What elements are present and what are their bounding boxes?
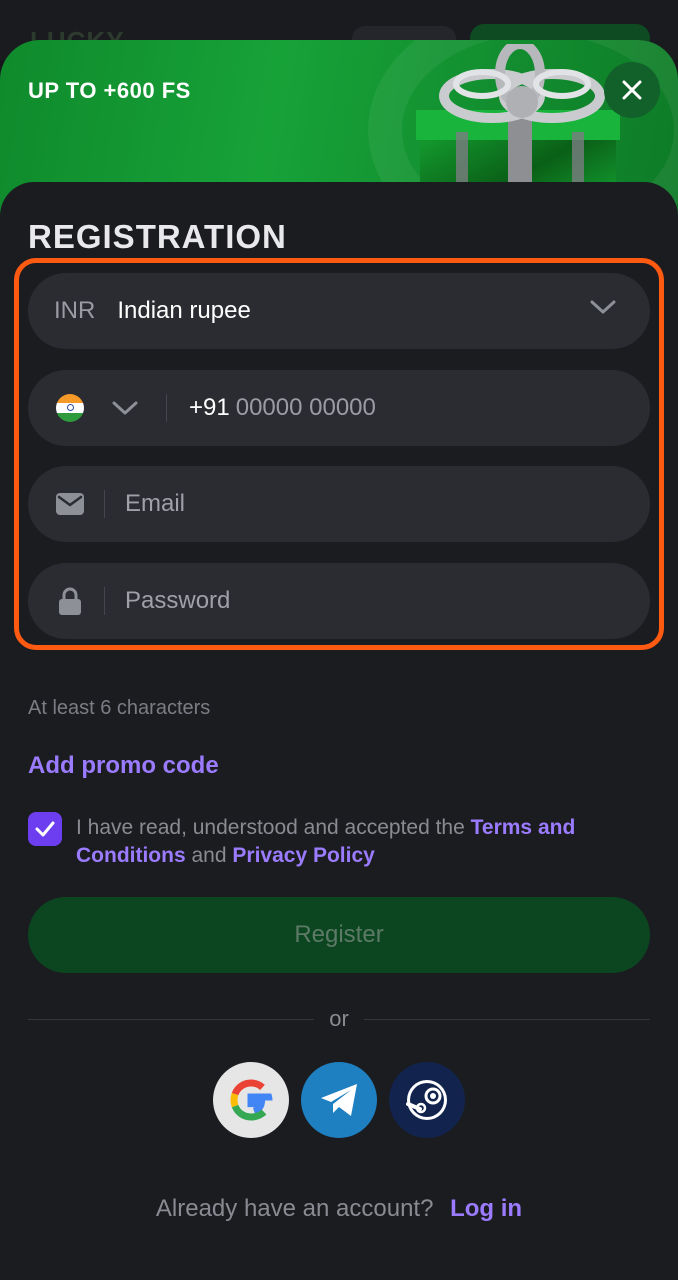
registration-form: REGISTRATION INR Indian rupee +91 00000 … — [0, 182, 678, 1280]
phone-field[interactable]: +91 00000 00000 — [28, 370, 650, 446]
email-field[interactable]: Email — [28, 466, 650, 542]
checkmark-icon — [35, 821, 55, 837]
password-input[interactable]: Password — [125, 587, 230, 615]
or-divider: or — [28, 1004, 650, 1034]
envelope-icon — [56, 493, 84, 515]
chevron-down-icon — [590, 300, 616, 314]
lock-icon — [59, 587, 81, 615]
currency-select[interactable]: INR Indian rupee — [28, 273, 650, 349]
steam-login-button[interactable] — [389, 1062, 465, 1138]
login-link[interactable]: Log in — [450, 1195, 522, 1222]
terms-text: I have read, understood and accepted the… — [76, 814, 636, 870]
terms-checkbox[interactable] — [28, 812, 62, 846]
password-field[interactable]: Password — [28, 563, 650, 639]
close-button[interactable] — [604, 62, 660, 118]
phone-input[interactable]: 00000 00000 — [236, 394, 376, 422]
terms-prefix: I have read, understood and accepted the — [76, 816, 465, 839]
currency-name: Indian rupee — [117, 297, 251, 324]
terms-and: and — [191, 844, 227, 867]
india-flag-icon — [56, 394, 84, 422]
privacy-policy-link[interactable]: Privacy Policy — [232, 844, 374, 867]
steam-icon — [406, 1080, 447, 1120]
divider — [104, 490, 105, 518]
phone-prefix: +91 — [189, 394, 230, 421]
login-prompt: Already have an account? — [155, 1195, 434, 1222]
close-icon — [622, 80, 642, 100]
password-hint: At least 6 characters — [28, 697, 211, 719]
banner-title: UP TO +600 FS — [28, 78, 191, 103]
divider — [166, 394, 167, 422]
country-chevron-down-icon[interactable] — [112, 400, 138, 416]
registration-modal: UP TO +600 FS REGISTRATION INR Indian ru… — [0, 40, 678, 1280]
google-login-button[interactable] — [213, 1062, 289, 1138]
register-button[interactable]: Register — [28, 897, 650, 973]
telegram-login-button[interactable] — [301, 1062, 377, 1138]
email-input[interactable]: Email — [125, 490, 185, 518]
form-title: REGISTRATION — [28, 218, 287, 255]
google-icon — [230, 1079, 273, 1121]
add-promo-code-link[interactable]: Add promo code — [28, 752, 219, 780]
currency-code: INR — [54, 297, 96, 324]
telegram-icon — [321, 1084, 357, 1116]
login-prompt-row: Already have an account? Log in — [0, 1195, 678, 1223]
divider — [104, 587, 105, 615]
